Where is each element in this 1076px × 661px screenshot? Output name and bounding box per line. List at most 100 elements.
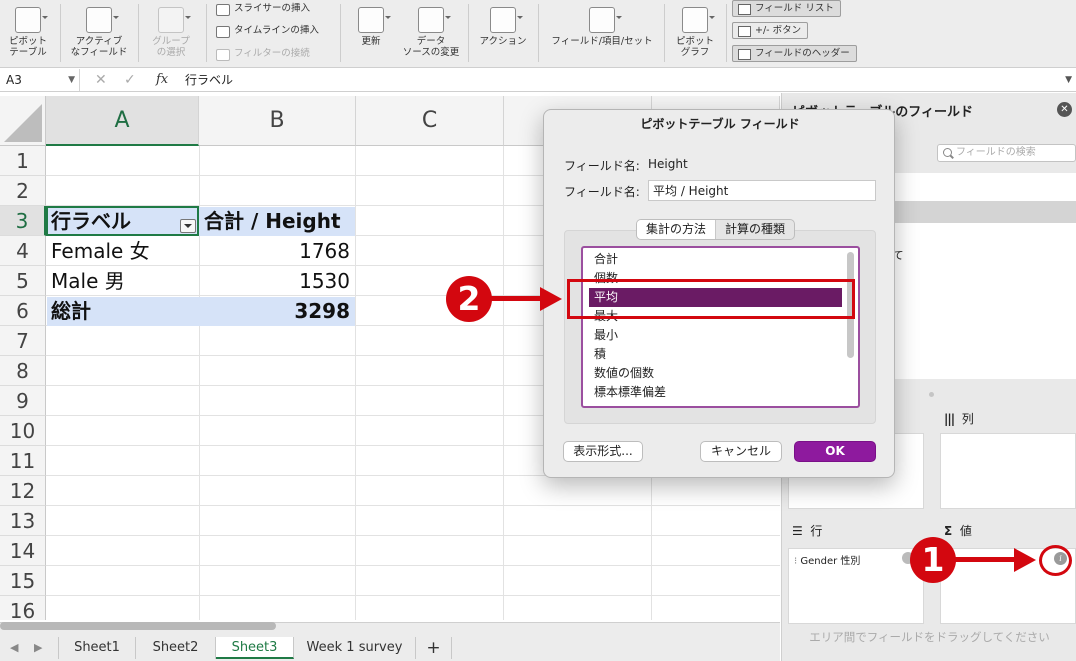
row-header-4[interactable]: 4 [0,236,46,266]
cell-b4[interactable]: 1768 [204,236,350,266]
row-header-2[interactable]: 2 [0,176,46,206]
ok-button[interactable]: OK [794,441,876,462]
list-item[interactable]: 積 [589,345,842,364]
pivot-table-button[interactable]: ピボット テーブル [2,0,54,68]
column-header-a[interactable]: A [46,96,199,146]
field-name-value: Height [648,157,688,171]
filter-connections-button[interactable]: フィルターの接続 [216,46,310,62]
field-search-input[interactable]: フィールドの検索 [937,144,1076,162]
fields-items-sets-button[interactable]: フィールド/項目/セット [544,0,660,68]
annotation-badge-2: 2 [446,276,492,322]
ribbon-separator [60,4,61,62]
group-selection-button[interactable]: グループ の選択 [142,0,200,68]
row-header-9[interactable]: 9 [0,386,46,416]
sheet-tab-1[interactable]: Sheet1 [58,637,136,659]
ribbon-separator [664,4,665,62]
row-header-10[interactable]: 10 [0,416,46,446]
ribbon-separator [206,4,207,62]
insert-timeline-button[interactable]: タイムラインの挿入 [216,23,319,39]
insert-slicer-button[interactable]: スライサーの挿入 [216,1,310,17]
row-header-6[interactable]: 6 [0,296,46,326]
row-header-7[interactable]: 7 [0,326,46,356]
expand-formula-bar-icon[interactable]: ▼ [1065,69,1072,91]
confirm-icon[interactable]: ✓ [124,69,136,91]
horizontal-scrollbar[interactable] [0,622,276,630]
number-format-button[interactable]: 表示形式... [563,441,643,462]
cell-a6[interactable]: 総計 [51,296,196,326]
cell-b6[interactable]: 3298 [204,296,350,326]
ribbon-separator [538,4,539,62]
sheet-tab-week1[interactable]: Week 1 survey [294,637,416,659]
cell-a5[interactable]: Male 男 [51,266,196,296]
column-header-c[interactable]: C [356,96,504,146]
field-name-label: フィールド名: [564,159,640,173]
annotation-highlight-box [567,279,855,319]
rows-area-label: ☰ 行 [792,524,823,538]
row-header-11[interactable]: 11 [0,446,46,476]
sigma-icon: Σ [944,524,953,538]
sheet-tab-3[interactable]: Sheet3 [216,637,294,659]
insert-function-icon[interactable]: fx [156,69,168,91]
active-field-icon [86,7,119,33]
gridline [46,595,780,596]
cell-b5[interactable]: 1530 [204,266,350,296]
prev-sheet-icon[interactable]: ◀ [10,637,18,659]
custom-name-input[interactable] [648,180,876,201]
change-data-source-button[interactable]: データ ソースの変更 [400,0,462,68]
cell-b3[interactable]: 合計 / Height [204,206,354,236]
add-sheet-button[interactable]: + [416,637,452,659]
cancel-button[interactable]: キャンセル [700,441,782,462]
name-box[interactable]: A3 ▼ [0,69,80,91]
row-header-16[interactable]: 16 [0,596,46,620]
list-item[interactable]: 標本標準偏差 [589,383,842,402]
annotation-circle [1039,545,1072,576]
plus-minus-buttons-toggle[interactable]: +/- ボタン [732,22,809,39]
pivot-chart-button[interactable]: ピボット グラフ [668,0,722,68]
group-icon [158,7,191,33]
row-header-5[interactable]: 5 [0,266,46,296]
row-header-1[interactable]: 1 [0,146,46,176]
list-item[interactable]: 合計 [589,250,842,269]
summary-function-list[interactable]: 合計 個数 平均 最大 最小 積 数値の個数 標本標準偏差 [581,246,860,408]
next-sheet-icon[interactable]: ▶ [34,637,42,659]
pivot-ribbon: ピボット テーブル アクティブ なフィールド グループ の選択 スライサーの挿入… [0,0,1076,68]
gridline [503,146,504,620]
tab-show-values-as[interactable]: 計算の種類 [716,220,794,239]
row-header-3[interactable]: 3 [0,206,46,236]
field-headers-toggle[interactable]: フィールドのヘッダー [732,45,857,62]
tab-summarize-by[interactable]: 集計の方法 [637,220,717,239]
list-item[interactable]: 数値の個数 [589,364,842,383]
columns-icon: ||| [944,412,955,426]
cell-a4[interactable]: Female 女 [51,236,196,266]
ribbon-separator [726,4,727,62]
values-area-label: Σ 値 [944,524,972,538]
active-cell-border [46,206,199,236]
actions-icon [490,7,523,33]
gridline [46,505,780,506]
select-all-corner[interactable] [0,96,46,146]
row-header-8[interactable]: 8 [0,356,46,386]
formula-input[interactable]: 行ラベル [185,69,233,91]
annotation-arrowhead [540,287,562,311]
refresh-button[interactable]: 更新 [346,0,396,68]
sheet-tab-2[interactable]: Sheet2 [136,637,216,659]
formula-fx-icon [589,7,622,33]
cancel-icon[interactable]: ✕ [95,69,107,91]
actions-button[interactable]: アクション [474,0,532,68]
row-header-12[interactable]: 12 [0,476,46,506]
field-list-toggle[interactable]: フィールド リスト [732,0,841,17]
column-header-b[interactable]: B [199,96,356,146]
row-label-filter-dropdown[interactable] [180,219,196,233]
row-header-15[interactable]: 15 [0,566,46,596]
list-item[interactable]: 最小 [589,326,842,345]
row-header-13[interactable]: 13 [0,506,46,536]
close-icon[interactable]: ✕ [1057,102,1072,117]
columns-area[interactable] [940,433,1076,509]
gridline [355,146,356,620]
data-source-icon [418,7,451,33]
splitter-handle[interactable] [929,392,934,397]
row-field-gender[interactable]: ⁝ Gender 性別 [794,552,860,567]
annotation-arrowhead [1014,548,1036,572]
row-header-14[interactable]: 14 [0,536,46,566]
active-field-button[interactable]: アクティブ なフィールド [66,0,132,68]
